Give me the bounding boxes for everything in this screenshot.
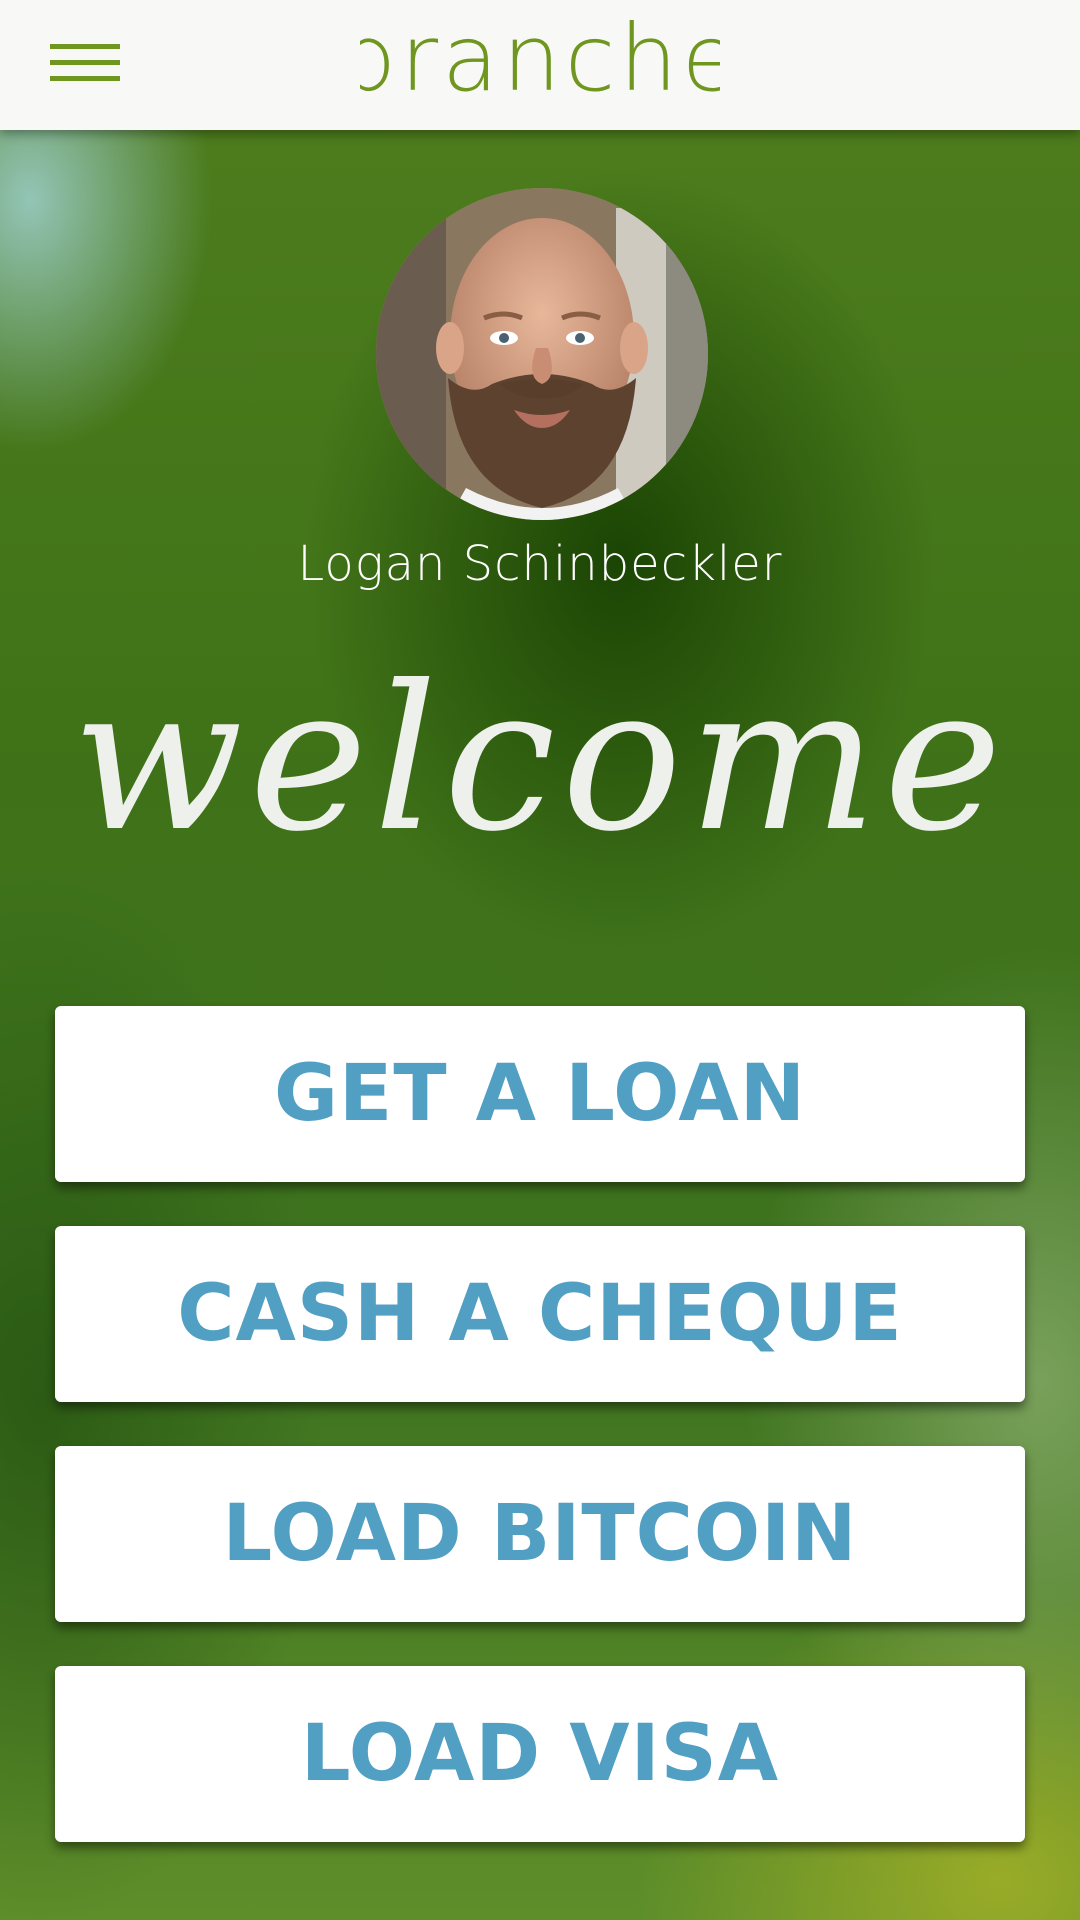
branche-logo: branche [360,18,720,108]
hamburger-menu-icon[interactable] [40,36,130,96]
top-bar: branche [0,0,1080,130]
get-a-loan-button[interactable]: GET A LOAN [55,1006,1025,1182]
load-bitcoin-button[interactable]: LOAD BITCOIN [55,1446,1025,1622]
menu-line [50,76,120,81]
avatar-photo [376,188,708,520]
menu-line [50,44,120,49]
menu-line [50,60,120,65]
profile-avatar [376,188,708,520]
cash-a-cheque-button[interactable]: CASH A CHEQUE [55,1226,1025,1402]
load-visa-button[interactable]: LOAD VISA [55,1666,1025,1842]
user-name: Logan Schinbeckler [297,536,783,592]
welcome-heading: welcome [72,643,1008,876]
brand-logo-text: branche [360,18,720,108]
